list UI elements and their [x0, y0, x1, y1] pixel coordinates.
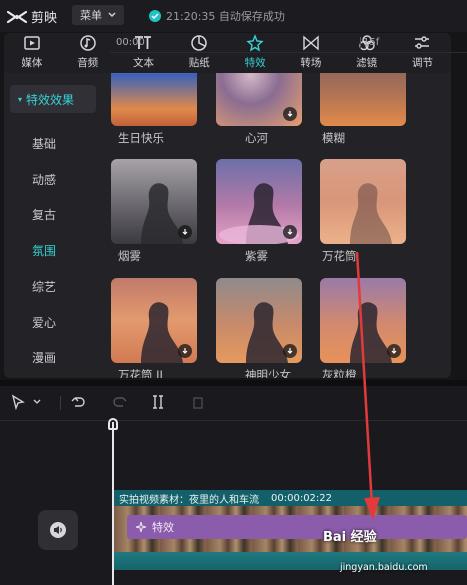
- effect-thumbnail[interactable]: [111, 278, 197, 363]
- split-button[interactable]: [150, 394, 166, 410]
- speaker-icon: [50, 522, 66, 538]
- category-retro[interactable]: 复古: [4, 200, 102, 228]
- tab-label: 特效: [244, 57, 266, 69]
- tab-media[interactable]: 媒体: [4, 33, 60, 73]
- download-icon[interactable]: [178, 225, 192, 239]
- category-label: 爱心: [32, 315, 57, 330]
- tab-audio[interactable]: 音频: [60, 33, 116, 73]
- tab-label: 滤镜: [356, 57, 378, 69]
- effect-label: 神明少女: [245, 368, 291, 378]
- category-label: 氛围: [32, 243, 57, 258]
- category-variety[interactable]: 综艺: [4, 272, 102, 300]
- effect-label: 万花筒: [322, 249, 357, 263]
- chevron-down-icon: [33, 399, 41, 404]
- effect-label: 灰粒橙: [322, 368, 357, 378]
- split-icon: [153, 395, 163, 409]
- check-icon: [149, 10, 161, 22]
- category-label: 漫画: [32, 350, 57, 365]
- trash-icon: [193, 397, 203, 409]
- effect-thumbnail[interactable]: [111, 159, 197, 244]
- category-dynamic[interactable]: 动感: [4, 165, 102, 193]
- category-label: 综艺: [32, 279, 57, 294]
- effect-label: 烟雾: [118, 249, 141, 263]
- capcut-logo-icon: [6, 10, 28, 23]
- ruler-tick: [360, 37, 361, 49]
- effect-thumbnail[interactable]: [320, 73, 406, 126]
- undo-button[interactable]: [70, 394, 86, 410]
- category-label: 特效效果: [26, 92, 75, 107]
- menu-button[interactable]: 菜单: [72, 5, 124, 25]
- category-comic[interactable]: 漫画: [4, 343, 102, 371]
- category-label: 基础: [32, 136, 57, 151]
- media-icon: [24, 36, 40, 50]
- watermark-logo: Bai 经验: [323, 530, 377, 545]
- effect-categories: ▾ 特效效果 基础 动感 复古 氛围 综艺 爱心 漫画: [4, 73, 102, 378]
- tab-label: 音频: [77, 57, 99, 69]
- effect-thumbnail[interactable]: [216, 73, 302, 126]
- select-tool-button[interactable]: [10, 394, 42, 410]
- chevron-down-icon: [108, 12, 116, 17]
- category-love[interactable]: 爱心: [4, 308, 102, 336]
- download-icon[interactable]: [283, 344, 297, 358]
- effect-clip[interactable]: 特效: [127, 515, 467, 539]
- tab-label: 贴纸: [188, 57, 210, 69]
- tab-label: 转场: [300, 57, 322, 69]
- undo-icon: [71, 397, 85, 407]
- effect-thumbnail[interactable]: [320, 159, 406, 244]
- effects-grid: 生日快乐 心河 模糊 烟雾 紫雾 万花筒 万花筒 II 神明少女 灰粒橙: [102, 73, 451, 378]
- effect-label: 心河: [245, 131, 268, 145]
- mute-button[interactable]: [38, 510, 78, 550]
- effect-thumbnail[interactable]: [111, 73, 197, 126]
- menu-label: 菜单: [80, 9, 102, 22]
- playhead[interactable]: [112, 422, 114, 585]
- save-status: 21:20:35 自动保存成功: [149, 8, 285, 24]
- delete-button[interactable]: [190, 394, 206, 410]
- asset-panel: 媒体 音频 文本 贴纸 特效 转场 滤镜 调节 ▾ 特效效果 基础 动感 复古 …: [4, 33, 451, 378]
- effect-label: 生日快乐: [118, 131, 164, 145]
- time-ruler[interactable]: 00:00 15f: [110, 35, 467, 53]
- tab-label: 调节: [411, 57, 433, 69]
- toolbar-separator: [60, 396, 61, 410]
- effect-thumbnail[interactable]: [320, 278, 406, 363]
- category-label: 复古: [32, 207, 57, 222]
- effect-thumbnail[interactable]: [216, 159, 302, 244]
- effect-label: 模糊: [322, 131, 345, 145]
- clip-duration: 00:00:02:22: [271, 492, 333, 504]
- redo-button[interactable]: [112, 394, 128, 410]
- sparkle-icon: [135, 521, 147, 533]
- caret-down-icon: ▾: [18, 94, 23, 104]
- tab-label: 媒体: [21, 57, 43, 69]
- category-label: 动感: [32, 172, 57, 187]
- category-header[interactable]: ▾ 特效效果: [10, 85, 96, 113]
- video-clip-header[interactable]: 实拍视频素材：夜里的人和车流 00:00:02:22: [114, 490, 467, 506]
- cursor-icon: [11, 394, 25, 410]
- tab-label: 文本: [132, 57, 154, 69]
- download-icon[interactable]: [283, 107, 297, 121]
- redo-icon: [113, 397, 127, 407]
- watermark-url: jingyan.baidu.com: [340, 562, 428, 573]
- download-icon[interactable]: [283, 225, 297, 239]
- effect-thumbnail[interactable]: [216, 278, 302, 363]
- download-icon[interactable]: [178, 344, 192, 358]
- app-logo: 剪映: [6, 7, 57, 26]
- effect-label: 万花筒 II: [118, 368, 163, 378]
- download-icon[interactable]: [387, 344, 401, 358]
- effect-label: 紫雾: [245, 249, 268, 263]
- category-atmosphere[interactable]: 氛围: [4, 236, 102, 264]
- clip-title: 实拍视频素材：夜里的人和车流: [119, 494, 259, 506]
- audio-icon: [79, 35, 96, 51]
- toolbar-border: [0, 420, 467, 421]
- app-name: 剪映: [31, 11, 58, 26]
- ruler-start-label: 00:00: [116, 37, 145, 48]
- effect-clip-label: 特效: [152, 521, 174, 534]
- category-basic[interactable]: 基础: [4, 129, 102, 157]
- save-status-text: 21:20:35 自动保存成功: [166, 10, 285, 23]
- ruler-mark-label: 15f: [363, 37, 380, 48]
